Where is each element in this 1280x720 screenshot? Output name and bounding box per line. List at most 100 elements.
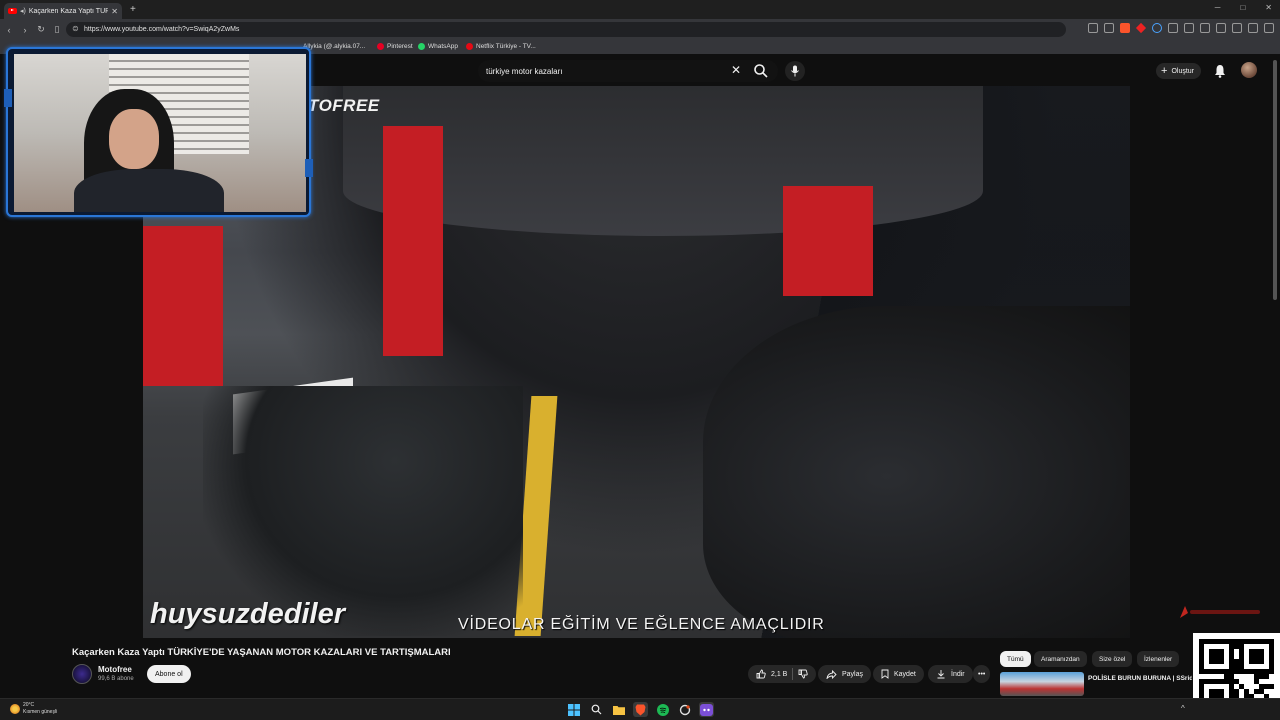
recommended-video-thumbnail[interactable] — [1000, 672, 1084, 696]
wallet-icon[interactable] — [1232, 23, 1242, 33]
clear-search-icon[interactable]: ✕ — [731, 63, 741, 77]
browser-toolbar: ‹ › ↻ ▯ ⊜ https://www.youtube.com/watch?… — [0, 19, 1280, 40]
close-window-icon[interactable]: ✕ — [1265, 3, 1272, 12]
spotify-button[interactable] — [655, 702, 670, 717]
search-icon[interactable] — [753, 63, 769, 79]
back-icon[interactable]: ‹ — [2, 25, 16, 35]
bookmark-item-whatsapp[interactable]: WhatsApp — [418, 43, 458, 50]
video-overlay-name: huysuzdediler — [150, 598, 345, 630]
more-actions-button[interactable]: ••• — [973, 665, 991, 683]
cast-icon[interactable] — [1088, 23, 1098, 33]
whatsapp-icon — [418, 43, 425, 50]
create-label: Oluştur — [1171, 67, 1194, 75]
new-tab-button[interactable]: + — [130, 4, 136, 15]
chip-for-you[interactable]: Size özel — [1092, 651, 1133, 667]
bookmark-icon[interactable]: ▯ — [50, 24, 64, 35]
taskbar-search-icon — [591, 704, 602, 715]
subscribe-button[interactable]: Abone ol — [147, 665, 191, 683]
webcam-frame-corner — [4, 89, 12, 107]
vpn-icon[interactable] — [1248, 23, 1258, 33]
voice-search-button[interactable] — [785, 61, 805, 81]
share-page-icon[interactable] — [1104, 23, 1114, 33]
like-count[interactable]: 2,1 B — [771, 671, 787, 678]
tab-title: Kaçarken Kaza Yaptı TÜRKİYE — [28, 7, 109, 15]
forward-icon[interactable]: › — [18, 25, 32, 35]
recommended-video-title[interactable]: POLİSLE BURUN BURUNA | SSriders | Motosi… — [1088, 674, 1192, 683]
save-label: Kaydet — [894, 670, 916, 678]
audio-playing-icon[interactable]: ◂) — [20, 7, 26, 15]
bookmark-item-pinterest[interactable]: Pinterest — [377, 43, 413, 50]
address-bar[interactable]: ⊜ https://www.youtube.com/watch?v=SwiqA2… — [66, 22, 1066, 37]
reload-icon[interactable]: ↻ — [34, 24, 48, 35]
video-frame-pillar — [383, 126, 443, 356]
create-button[interactable]: + Oluştur — [1156, 63, 1201, 79]
video-frame-car — [703, 306, 1130, 638]
taskbar-search-button[interactable] — [589, 702, 604, 717]
bookmark-label: Allykia (@.alykia.07... — [303, 43, 366, 50]
weather-temperature: 20°C — [23, 702, 35, 708]
brave-rewards-icon[interactable] — [1136, 23, 1146, 33]
close-tab-icon[interactable]: ✕ — [111, 7, 118, 16]
brave-shields-icon[interactable] — [1120, 23, 1130, 33]
video-frame-pillar — [783, 186, 873, 296]
download-button[interactable]: İndir — [928, 665, 973, 683]
more-horizontal-icon: ••• — [978, 670, 986, 678]
weather-text: 20°C Kısmen güneşli — [23, 702, 57, 716]
chip-from-search[interactable]: Aramanızdan — [1034, 651, 1087, 667]
like-divider — [792, 668, 794, 680]
maximize-icon[interactable]: □ — [1240, 3, 1245, 12]
weather-widget[interactable]: 20°C Kısmen güneşli — [10, 702, 57, 716]
brave-browser-button[interactable] — [633, 702, 648, 717]
menu-icon[interactable] — [1264, 23, 1274, 33]
video-watermark-logo — [1180, 606, 1260, 618]
windows-logo-icon — [567, 703, 580, 716]
account-avatar[interactable] — [1241, 62, 1257, 78]
extension-icon[interactable] — [1152, 23, 1162, 33]
chip-all[interactable]: Tümü — [1000, 651, 1031, 667]
microphone-icon — [791, 65, 799, 77]
like-icon[interactable] — [756, 669, 766, 679]
minimize-icon[interactable]: ─ — [1215, 3, 1221, 12]
show-hidden-icons-chevron-icon[interactable]: ^ — [1181, 704, 1185, 713]
webcam-person-body — [74, 169, 224, 212]
channel-name[interactable]: Motofree — [98, 665, 132, 674]
browser-tab-strip: ◂) Kaçarken Kaza Yaptı TÜRKİYE ✕ + ─ □ ✕ — [0, 0, 1280, 19]
share-button[interactable]: Paylaş — [818, 665, 872, 683]
video-overlay-brand: TOFREE — [308, 96, 380, 115]
file-explorer-button[interactable] — [611, 702, 626, 717]
notifications-bell-icon[interactable] — [1214, 64, 1226, 78]
bookmark-label: WhatsApp — [428, 43, 458, 50]
video-title: Kaçarken Kaza Yaptı TÜRKİYE'DE YAŞANAN M… — [72, 647, 451, 658]
window-controls: ─ □ ✕ — [1215, 3, 1272, 12]
music-icon[interactable] — [1200, 23, 1210, 33]
share-icon — [826, 669, 837, 679]
save-button[interactable]: Kaydet — [873, 665, 924, 683]
browser-tab-youtube[interactable]: ◂) Kaçarken Kaza Yaptı TÜRKİYE ✕ — [4, 3, 122, 19]
channel-avatar[interactable] — [72, 664, 92, 684]
screen: ◂) Kaçarken Kaza Yaptı TÜRKİYE ✕ + ─ □ ✕… — [0, 0, 1280, 720]
search-query: türkiye motor kazaları — [486, 66, 563, 76]
download-label: İndir — [951, 670, 965, 678]
discord-icon — [700, 703, 713, 716]
chip-watched[interactable]: İzlenenler — [1137, 651, 1180, 667]
app-button[interactable] — [677, 702, 692, 717]
video-frame-sign — [143, 226, 223, 386]
discord-button[interactable] — [699, 702, 714, 717]
bookmark-save-icon — [881, 669, 889, 679]
weather-condition: Kısmen güneşli — [23, 709, 58, 715]
site-info-icon[interactable]: ⊜ — [72, 24, 79, 33]
sidebar-icon[interactable] — [1216, 23, 1226, 33]
bookmark-item-alykia[interactable]: Allykia (@.alykia.07... — [303, 43, 365, 50]
bookmark-item-netflix[interactable]: Netflix Türkiye - TV... — [466, 43, 536, 50]
spotify-icon — [656, 703, 669, 716]
dislike-icon[interactable] — [798, 669, 809, 679]
webcam-person-face — [109, 109, 159, 169]
windows-taskbar: 20°C Kısmen güneşli ^ — [0, 698, 1280, 720]
chat-icon[interactable] — [1168, 23, 1178, 33]
webcam-feed — [14, 54, 306, 212]
page-scrollbar[interactable] — [1273, 60, 1277, 300]
start-button[interactable] — [566, 702, 581, 717]
youtube-favicon-icon — [8, 8, 17, 14]
webcam-frame-corner — [305, 159, 313, 177]
puzzle-icon[interactable] — [1184, 23, 1194, 33]
